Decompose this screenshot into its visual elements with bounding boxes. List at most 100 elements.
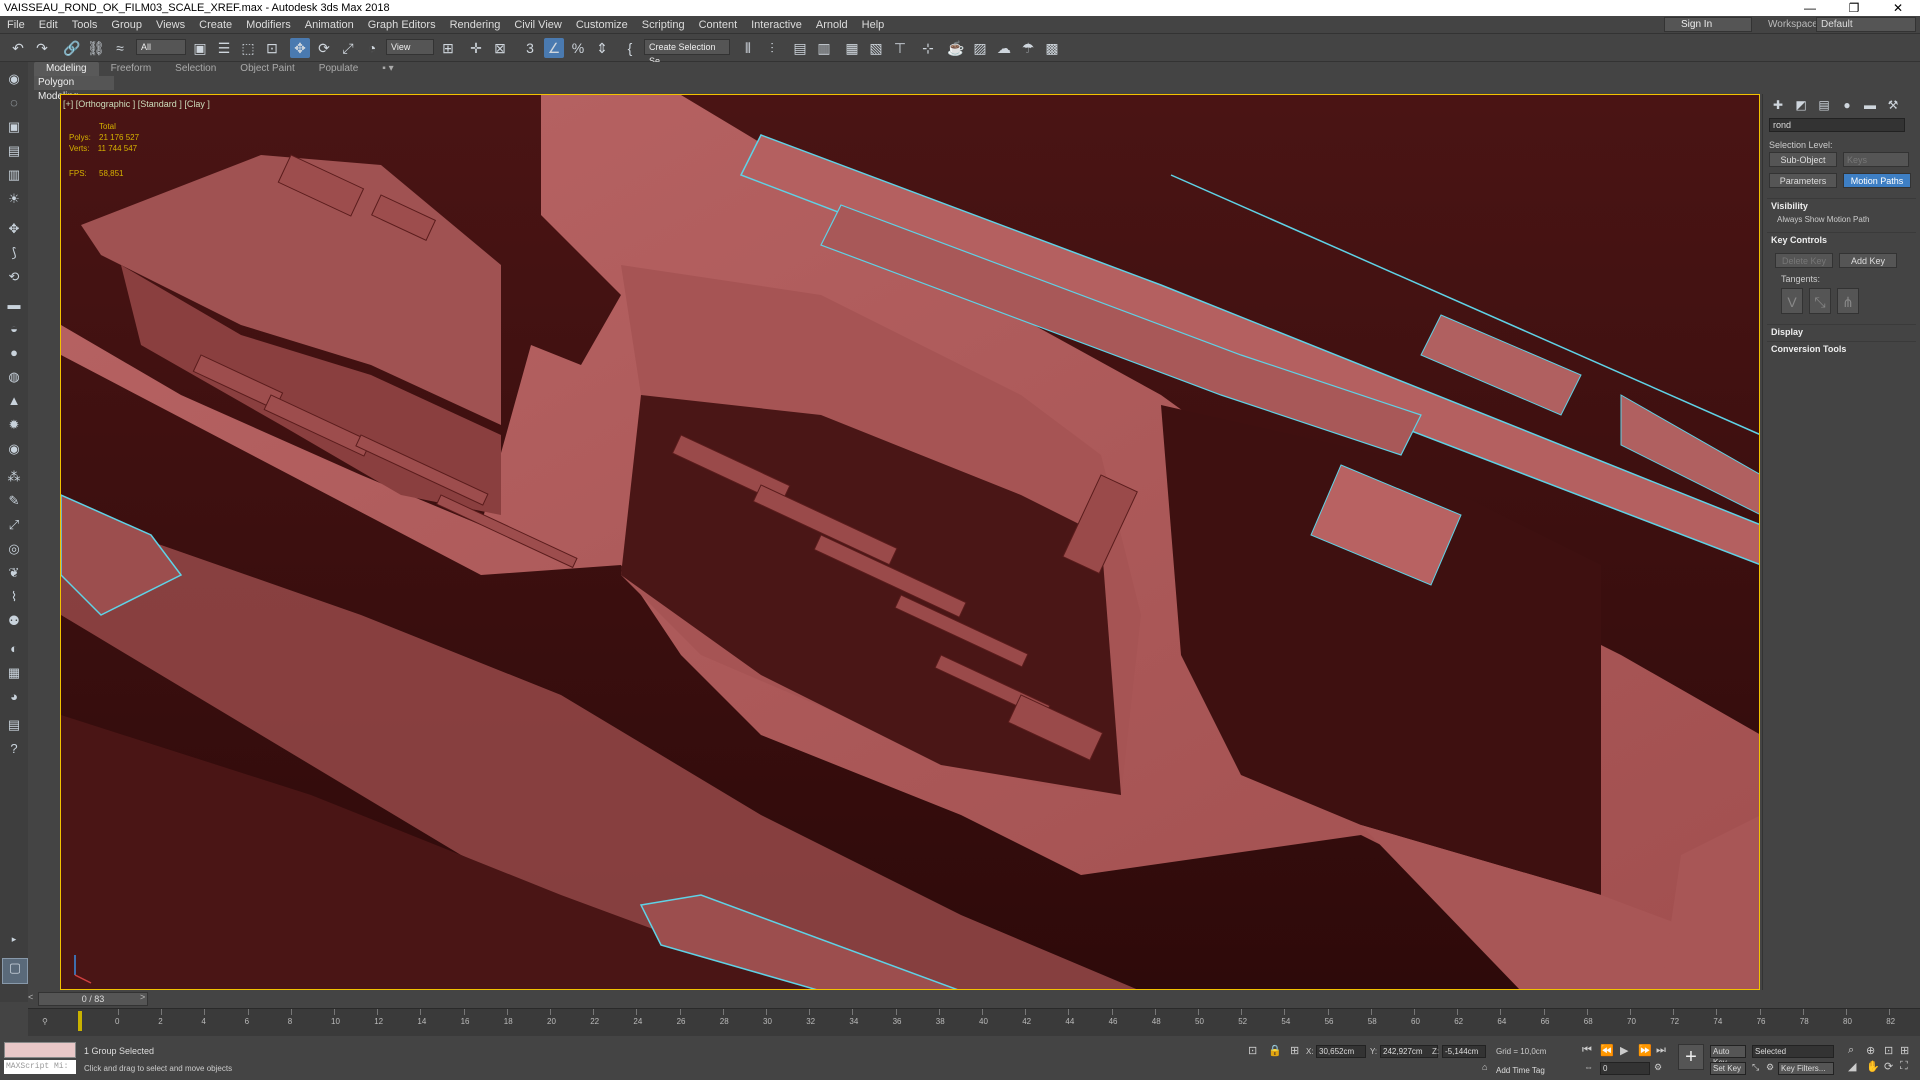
tab-populate[interactable]: Populate: [307, 62, 370, 76]
tangent-custom-icon[interactable]: ⋔: [1837, 288, 1859, 314]
y-coordinate-field[interactable]: 242,927cm: [1380, 1045, 1438, 1058]
mirror-icon[interactable]: ⫴: [738, 38, 758, 58]
auto-key-button[interactable]: Auto Key: [1710, 1045, 1746, 1067]
layer-explorer-icon[interactable]: ▥: [814, 38, 834, 58]
time-slider[interactable]: < 0 / 83 >: [28, 992, 1920, 1006]
curve-editor-icon[interactable]: ▧: [866, 38, 886, 58]
conversion-tools-rollout[interactable]: Conversion Tools: [1767, 341, 1916, 356]
current-frame-field[interactable]: 0: [1600, 1062, 1650, 1075]
shape-icon[interactable]: ◌: [4, 94, 24, 112]
create-geometry-icon[interactable]: ◉: [4, 70, 24, 88]
display-tab-icon[interactable]: ▬: [1861, 98, 1879, 114]
zoom-all-icon[interactable]: ⊕: [1866, 1044, 1875, 1057]
x-coordinate-field[interactable]: 30,652cm: [1316, 1045, 1366, 1058]
parameters-button[interactable]: Parameters: [1769, 173, 1837, 188]
go-to-end-icon[interactable]: ⏭: [1656, 1044, 1666, 1057]
time-slider-thumb[interactable]: 0 / 83: [38, 992, 148, 1006]
scale-icon[interactable]: ⤢: [4, 516, 24, 534]
paint-icon[interactable]: ✎: [4, 492, 24, 510]
maxscript-listener[interactable]: [4, 1042, 76, 1058]
select-manipulate-icon[interactable]: ✛: [466, 38, 486, 58]
sphere-icon[interactable]: ●: [4, 344, 24, 362]
tab-freeform[interactable]: Freeform: [99, 62, 164, 76]
tangent-linear-icon[interactable]: ⤡: [1809, 288, 1831, 314]
redo-icon[interactable]: ↷: [32, 38, 52, 58]
current-frame-marker[interactable]: [78, 1011, 82, 1031]
render-production-icon[interactable]: ☁: [994, 38, 1014, 58]
menu-create[interactable]: Create: [192, 16, 239, 34]
select-by-name-icon[interactable]: ☰: [214, 38, 234, 58]
camera-icon[interactable]: ▣: [4, 118, 24, 136]
viewport-orthographic[interactable]: [+] [Orthographic ] [Standard ] [Clay ] …: [60, 94, 1760, 990]
unlink-icon[interactable]: ⛓: [86, 38, 106, 58]
tab-selection[interactable]: Selection: [163, 62, 228, 76]
box-icon[interactable]: ▬: [4, 296, 24, 314]
select-place-icon[interactable]: ◔: [362, 38, 382, 58]
material-editor-icon[interactable]: ⊹: [918, 38, 938, 58]
delete-key-button[interactable]: Delete Key: [1775, 253, 1833, 268]
hair-icon[interactable]: ⌇: [4, 588, 24, 606]
go-to-start-icon[interactable]: ⏮: [1582, 1044, 1592, 1057]
display-rollout[interactable]: Display: [1767, 324, 1916, 339]
key-controls-rollout[interactable]: Key Controls: [1767, 232, 1916, 247]
polygon-modeling-panel[interactable]: Polygon Modeling: [34, 76, 114, 102]
selection-filter-dropdown[interactable]: All: [136, 39, 186, 55]
particles-icon[interactable]: ⁂: [4, 468, 24, 486]
key-filters-button[interactable]: Key Filters...: [1778, 1062, 1834, 1075]
modify-tab-icon[interactable]: ◩: [1792, 98, 1810, 114]
utilities-tab-icon[interactable]: ⚒: [1884, 98, 1902, 114]
globe-icon[interactable]: ◎: [4, 540, 24, 558]
time-tag-icon[interactable]: ⌂: [1482, 1062, 1487, 1072]
zoom-extents-icon[interactable]: ⊡: [1884, 1044, 1893, 1057]
help-icon[interactable]: ?: [4, 740, 24, 758]
menu-modifiers[interactable]: Modifiers: [239, 16, 298, 34]
cylinder-icon[interactable]: ◒: [4, 320, 24, 338]
set-key-button[interactable]: Set Key: [1710, 1062, 1746, 1075]
time-config-icon[interactable]: ⚙: [1654, 1062, 1662, 1073]
field-of-view-icon[interactable]: ◢: [1848, 1060, 1856, 1073]
spacewarp-icon[interactable]: ▥: [4, 166, 24, 184]
menu-customize[interactable]: Customize: [569, 16, 635, 34]
lock-selection-icon[interactable]: 🔒: [1268, 1044, 1282, 1057]
key-tangent-icon[interactable]: ⤡: [1752, 1062, 1759, 1073]
absolute-mode-icon[interactable]: ⊞: [1290, 1044, 1299, 1057]
restore-button[interactable]: ❐: [1832, 0, 1876, 16]
menu-help[interactable]: Help: [855, 16, 892, 34]
spinner-snap-icon[interactable]: ⇕: [592, 38, 612, 58]
menu-scripting[interactable]: Scripting: [635, 16, 692, 34]
motion-paths-button[interactable]: Motion Paths: [1843, 173, 1911, 188]
tab-modeling[interactable]: Modeling: [34, 62, 99, 76]
cone-icon[interactable]: ▲: [4, 392, 24, 410]
render-icon[interactable]: ▦: [4, 664, 24, 682]
motion-tab-icon[interactable]: ●: [1838, 98, 1856, 114]
zoom-icon[interactable]: ⌕: [1848, 1044, 1854, 1057]
add-key-button[interactable]: Add Key: [1839, 253, 1897, 268]
pivot-center-icon[interactable]: ⊞: [438, 38, 458, 58]
align-icon[interactable]: ⫶: [762, 38, 782, 58]
time-prev-button[interactable]: <: [28, 992, 33, 1002]
menu-group[interactable]: Group: [104, 16, 149, 34]
snaps-toggle-icon[interactable]: 3: [520, 38, 540, 58]
select-object-icon[interactable]: ▣: [190, 38, 210, 58]
maximize-viewport-icon[interactable]: ⛶: [1900, 1060, 1908, 1073]
layers-icon[interactable]: ▤: [4, 716, 24, 734]
scene-explorer-icon[interactable]: ▤: [790, 38, 810, 58]
helper-icon[interactable]: ▤: [4, 142, 24, 160]
z-coordinate-field[interactable]: -5,144cm: [1442, 1045, 1486, 1058]
window-crossing-icon[interactable]: ⊡: [262, 38, 282, 58]
undo-icon[interactable]: ↶: [8, 38, 28, 58]
menu-file[interactable]: File: [0, 16, 32, 34]
render-setup-icon[interactable]: ☕: [946, 38, 966, 58]
sphere-render-icon[interactable]: ◐: [4, 640, 24, 658]
viewport-label[interactable]: [+] [Orthographic ] [Standard ] [Clay ]: [63, 99, 210, 109]
create-tab-icon[interactable]: ✚: [1769, 98, 1787, 114]
tab-object-paint[interactable]: Object Paint: [228, 62, 306, 76]
sun-icon[interactable]: ✹: [4, 416, 24, 434]
keys-dropdown[interactable]: Keys: [1843, 152, 1909, 167]
light-icon[interactable]: ☀: [4, 190, 24, 208]
bend-icon[interactable]: ⟆: [4, 244, 24, 262]
menu-arnold[interactable]: Arnold: [809, 16, 855, 34]
next-frame-icon[interactable]: ⏩: [1638, 1044, 1652, 1057]
select-scale-icon[interactable]: ⤢: [338, 38, 358, 58]
play-icon[interactable]: ▶: [1620, 1044, 1628, 1057]
